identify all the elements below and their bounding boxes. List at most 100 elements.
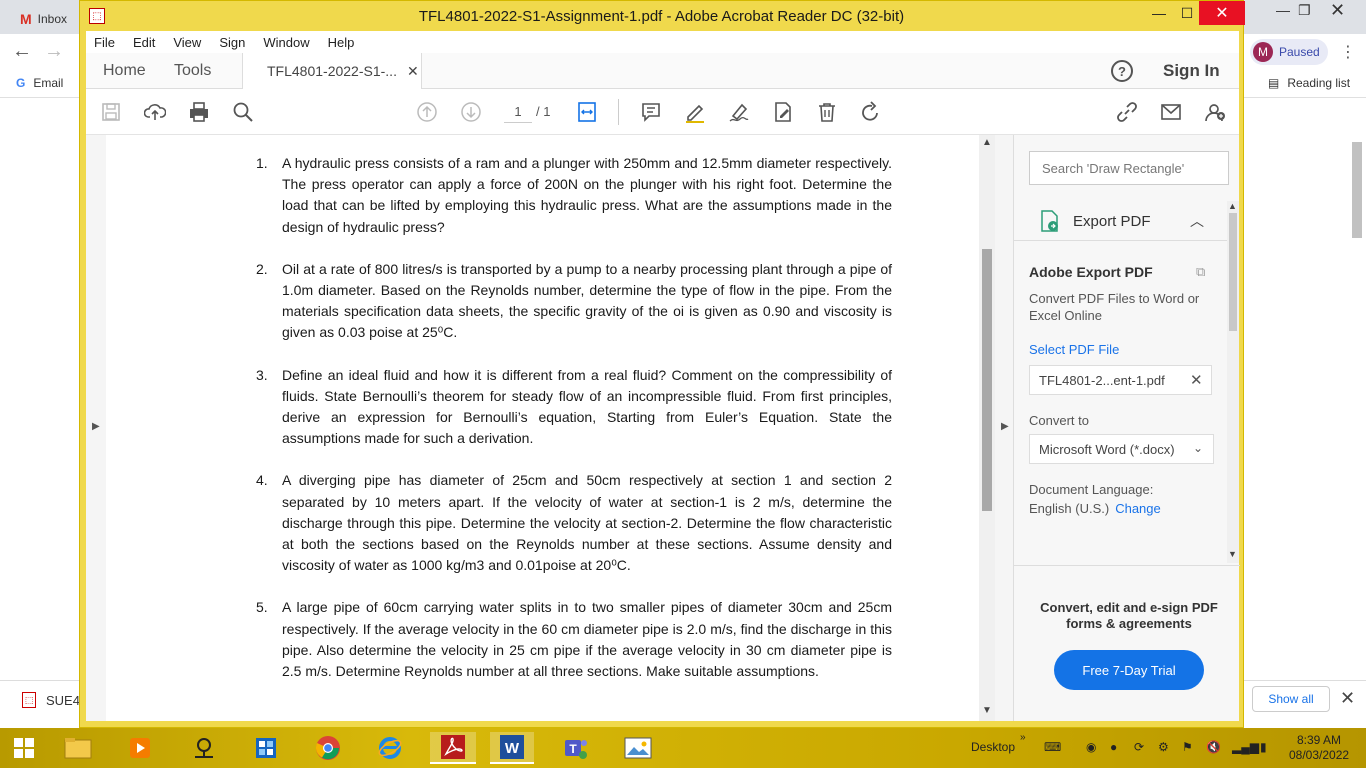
print-icon[interactable]	[186, 99, 212, 125]
pdf-file-icon: ⬚	[22, 692, 36, 708]
highlight-pen-icon[interactable]	[682, 99, 708, 125]
page-up-icon[interactable]	[414, 99, 440, 125]
selected-file-field[interactable]: TFL4801-2...ent-1.pdf ✕	[1029, 365, 1212, 395]
left-pane-toggle[interactable]: ▶	[86, 135, 106, 721]
scroll-thumb[interactable]	[982, 249, 992, 511]
flag-icon[interactable]: ⚑	[1182, 740, 1193, 754]
maximize-button[interactable]: ☐	[1172, 5, 1202, 22]
question-text: Define an ideal fluid and how it is diff…	[282, 366, 892, 447]
page-total: / 1	[536, 104, 551, 119]
reading-list-label: Reading list	[1287, 76, 1351, 90]
tool-search-input[interactable]: Search 'Draw Rectangle'	[1029, 151, 1229, 185]
signal-icon[interactable]: ▂▄▆	[1232, 740, 1259, 754]
menu-sign[interactable]: Sign	[219, 35, 245, 50]
file-explorer-icon[interactable]	[58, 732, 98, 764]
tray-recorder-icon[interactable]: ●	[1110, 740, 1117, 754]
network-tool-icon[interactable]	[184, 732, 224, 764]
remove-file-icon[interactable]: ✕	[1190, 371, 1203, 389]
reading-list-button[interactable]: ▤ Reading list	[1268, 76, 1350, 90]
scroll-down-icon[interactable]: ▼	[982, 705, 992, 716]
page-down-icon[interactable]	[458, 99, 484, 125]
save-icon[interactable]	[98, 99, 124, 125]
chrome-minimize-button[interactable]: —	[1276, 2, 1290, 18]
teams-icon[interactable]: T	[556, 732, 596, 764]
scroll-up-icon[interactable]: ▲	[982, 137, 992, 148]
sign-pen-icon[interactable]	[726, 99, 752, 125]
clock-date: 08/03/2022	[1289, 748, 1350, 762]
comment-icon[interactable]	[638, 99, 664, 125]
chrome-menu-icon[interactable]: ⋮	[1340, 42, 1356, 62]
media-player-icon[interactable]	[120, 732, 160, 764]
menu-bar: File Edit View Sign Window Help	[86, 31, 1239, 53]
chrome-taskbar-icon[interactable]	[308, 732, 348, 764]
profile-paused-button[interactable]: M Paused	[1250, 39, 1328, 65]
format-dropdown[interactable]: Microsoft Word (*.docx) ⌄	[1029, 434, 1214, 464]
scroll-thumb[interactable]	[1229, 213, 1237, 331]
download-item-name: SUE4	[46, 692, 80, 708]
chrome-scrollbar[interactable]	[1350, 130, 1366, 670]
tab-document[interactable]: TFL4801-2022-S1-... ✕	[242, 53, 422, 89]
back-arrow-icon[interactable]: ←	[12, 40, 32, 63]
menu-help[interactable]: Help	[328, 35, 355, 50]
menu-edit[interactable]: Edit	[133, 35, 155, 50]
tray-sync-icon[interactable]: ⟳	[1134, 740, 1144, 754]
fit-width-icon[interactable]	[574, 99, 600, 125]
share-link-icon[interactable]	[1114, 99, 1140, 125]
show-all-button[interactable]: Show all	[1252, 686, 1330, 712]
change-language-link[interactable]: Change	[1115, 501, 1161, 516]
email-icon[interactable]	[1158, 99, 1184, 125]
menu-file[interactable]: File	[94, 35, 115, 50]
tray-network-share-icon[interactable]: ⚙	[1158, 740, 1169, 754]
close-icon[interactable]: ✕	[1340, 688, 1355, 709]
close-button[interactable]: ✕	[1199, 1, 1245, 25]
speaker-muted-icon[interactable]: 🔇	[1206, 740, 1221, 754]
desktop-toolbar-label[interactable]: Desktop	[971, 740, 1015, 754]
menu-window[interactable]: Window	[263, 35, 309, 50]
edit-pdf-icon[interactable]	[770, 99, 796, 125]
select-pdf-file-link[interactable]: Select PDF File	[1029, 342, 1119, 357]
chrome-restore-button[interactable]: ❐	[1298, 2, 1311, 19]
tab-home[interactable]: Home	[103, 62, 146, 80]
photos-icon[interactable]	[618, 732, 658, 764]
tools-right-pane: Search 'Draw Rectangle' Export PDF ︿ ▲ ▼…	[1013, 135, 1240, 721]
page-number-input[interactable]: 1	[504, 101, 532, 123]
rotate-icon[interactable]	[858, 99, 884, 125]
internet-explorer-icon[interactable]	[370, 732, 410, 764]
add-user-icon[interactable]	[1202, 99, 1228, 125]
start-button[interactable]	[4, 732, 44, 764]
export-pdf-header[interactable]: Export PDF ︿	[1014, 201, 1228, 241]
help-icon[interactable]: ?	[1111, 60, 1133, 82]
upload-cloud-icon[interactable]	[142, 99, 168, 125]
document-scrollbar[interactable]: ▲ ▼	[979, 135, 995, 721]
sign-in-button[interactable]: Sign In	[1163, 61, 1220, 81]
tray-app-icon[interactable]: ◉	[1086, 740, 1096, 754]
calculator-app-icon[interactable]	[246, 732, 286, 764]
battery-icon[interactable]: ▮	[1260, 740, 1267, 754]
forward-arrow-icon[interactable]: →	[44, 40, 64, 63]
scroll-up-icon[interactable]: ▲	[1228, 201, 1237, 211]
download-item[interactable]: ⬚ SUE4	[22, 692, 80, 708]
chevron-up-icon[interactable]: »	[1020, 732, 1026, 743]
bookmark-email[interactable]: G Email	[16, 76, 63, 90]
right-pane-scrollbar[interactable]: ▲ ▼	[1227, 201, 1239, 563]
scroll-down-icon[interactable]: ▼	[1228, 549, 1237, 559]
trash-icon[interactable]	[814, 99, 840, 125]
acrobat-taskbar-icon[interactable]	[430, 732, 476, 764]
search-icon[interactable]	[230, 99, 256, 125]
close-tab-icon[interactable]: ✕	[407, 63, 419, 80]
copy-icon[interactable]: ⧉	[1196, 264, 1205, 280]
free-trial-button[interactable]: Free 7-Day Trial	[1054, 650, 1204, 690]
tab-tools[interactable]: Tools	[174, 62, 211, 80]
tab-document-label: TFL4801-2022-S1-...	[267, 63, 397, 79]
promo-text: Convert, edit and e-sign PDF forms & agr…	[1040, 600, 1218, 631]
menu-view[interactable]: View	[173, 35, 201, 50]
system-clock[interactable]: 8:39 AM 08/03/2022	[1289, 733, 1349, 763]
right-pane-toggle[interactable]: ▶	[995, 135, 1013, 721]
keyboard-icon[interactable]: ⌨	[1044, 740, 1061, 754]
chevron-up-icon[interactable]: ︿	[1190, 211, 1204, 231]
selected-file-name: TFL4801-2...ent-1.pdf	[1039, 373, 1165, 388]
word-taskbar-icon[interactable]: W	[490, 732, 534, 764]
document-area: ▶ 1. A hydraulic press consists of a ram…	[86, 135, 1013, 721]
minimize-button[interactable]: —	[1144, 5, 1174, 21]
chrome-close-button[interactable]: ✕	[1330, 0, 1345, 21]
